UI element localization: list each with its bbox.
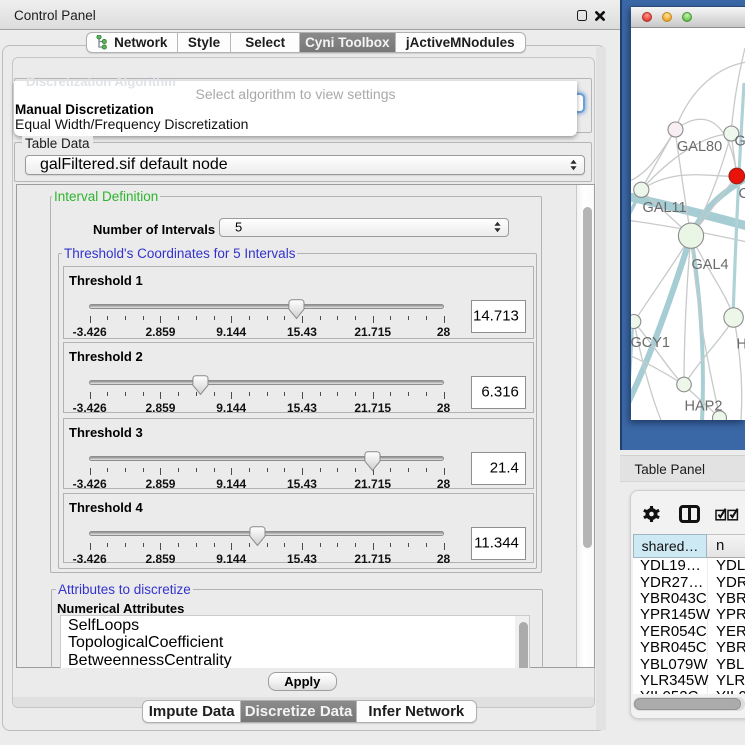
svg-text:HIS4: HIS4 [737,337,745,353]
svg-text:GAL80: GAL80 [677,139,722,155]
svg-text:GCY1: GCY1 [631,335,670,351]
svg-text:GAL4: GAL4 [692,257,729,273]
svg-text:CDC19: CDC19 [739,186,745,202]
svg-text:GAL11: GAL11 [643,200,687,216]
svg-text:GAL3: GAL3 [735,134,745,150]
svg-text:HAP2: HAP2 [685,399,723,415]
